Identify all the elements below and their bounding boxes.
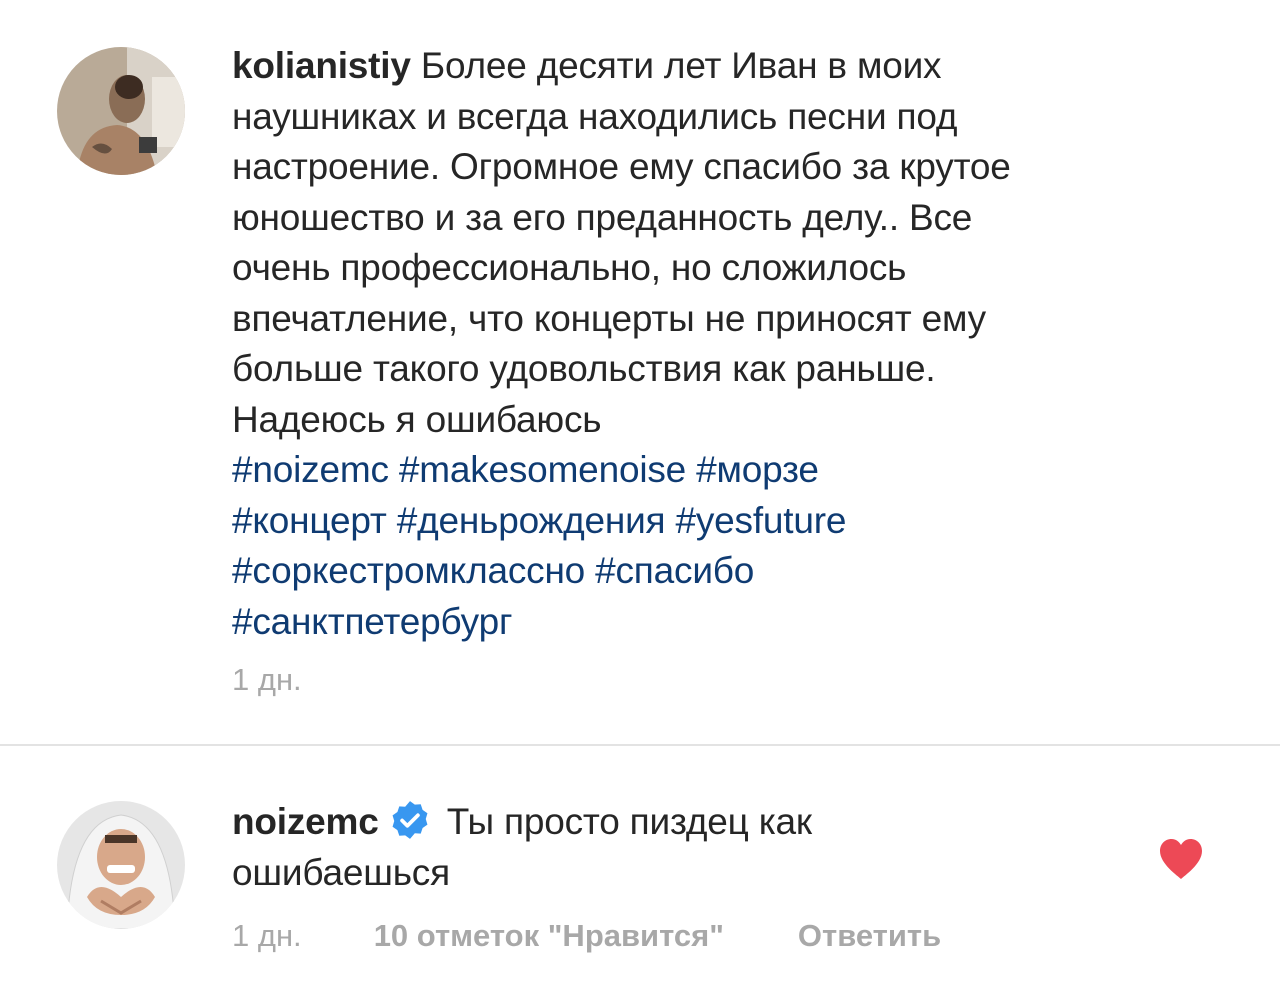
comment-username[interactable]: kolianistiy bbox=[232, 45, 411, 86]
comment-text: kolianistiy Более десяти лет Иван в моих… bbox=[232, 41, 1232, 647]
hashtag-line[interactable]: #соркестромклассно #спасибо bbox=[232, 546, 1232, 597]
comment-text-line: наушниках и всегда находились песни под bbox=[232, 95, 958, 137]
comment-meta: 1 дн. bbox=[232, 662, 302, 698]
avatar-image bbox=[57, 801, 185, 929]
comment-username[interactable]: noizemc bbox=[232, 801, 379, 842]
comment-text-line: Более десяти лет Иван в моих bbox=[420, 45, 942, 86]
verified-badge-icon bbox=[392, 801, 428, 839]
comment-text-line: ошибаешься bbox=[232, 851, 450, 893]
comment-text: noizemc Ты просто пиздец как ошибаешься bbox=[232, 797, 1232, 898]
comment-text-line: Ты просто пиздец как bbox=[446, 801, 812, 842]
comment-text-line: очень профессионально, но сложилось bbox=[232, 247, 907, 288]
hashtag-line[interactable]: #noizemc #makesomenoise #морзе bbox=[232, 445, 1232, 496]
reply-button[interactable]: Ответить bbox=[798, 918, 941, 954]
heart-icon[interactable] bbox=[1158, 838, 1204, 880]
comment-text-line: впечатление, что концерты не приносят ем… bbox=[232, 297, 986, 339]
comments-page: kolianistiy Более десяти лет Иван в моих… bbox=[0, 0, 1280, 985]
comment-text-line: настроение. Огромное ему спасибо за крут… bbox=[232, 146, 1011, 187]
hashtag-line[interactable]: #санктпетербург bbox=[232, 597, 1232, 648]
comment-line: kolianistiy Более десяти лет Иван в моих bbox=[232, 41, 1232, 92]
comment-text-line: юношество и за его преданность делу.. Вс… bbox=[232, 196, 973, 238]
comment-text-line: Надеюсь я ошибаюсь bbox=[232, 398, 602, 440]
comment-text-line: больше такого удовольствия как раньше. bbox=[232, 348, 936, 389]
comment-timestamp[interactable]: 1 дн. bbox=[232, 918, 302, 954]
divider bbox=[0, 744, 1280, 746]
likes-count[interactable]: 10 отметок "Нравится" bbox=[374, 918, 724, 954]
avatar-noizemc[interactable] bbox=[57, 801, 185, 929]
comment-line: noizemc Ты просто пиздец как bbox=[232, 797, 1232, 848]
avatar-kolianistiy[interactable] bbox=[57, 47, 185, 175]
comment-meta: 1 дн. 10 отметок "Нравится" Ответить bbox=[232, 918, 941, 954]
hashtag-line[interactable]: #концерт #деньрождения #yesfuture bbox=[232, 496, 1232, 547]
avatar-image bbox=[57, 47, 185, 175]
comment-timestamp[interactable]: 1 дн. bbox=[232, 662, 302, 698]
